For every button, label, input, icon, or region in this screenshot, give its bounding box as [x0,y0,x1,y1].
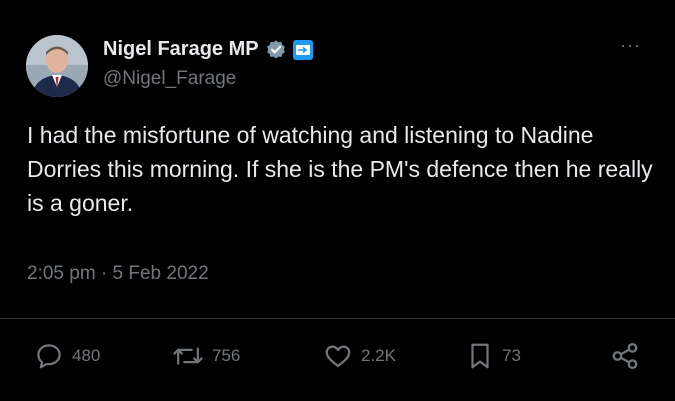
more-options-icon[interactable]: ··· [620,36,641,54]
bookmark-count: 73 [502,346,521,365]
reply-icon [37,344,61,369]
timestamp[interactable]: 2:05 pm · 5 Feb 2022 [27,263,209,285]
action-bar: 480 756 2.2K 73 [0,336,675,376]
affiliation-badge-icon[interactable] [292,39,313,60]
author-row: Nigel Farage MP [103,38,313,61]
like-button[interactable]: 2.2K [323,336,396,376]
bookmark-icon [471,343,489,369]
divider [0,318,675,319]
handle[interactable]: @Nigel_Farage [103,68,236,90]
avatar-image [26,35,88,97]
reply-count: 480 [72,346,101,365]
reply-button[interactable]: 480 [34,336,100,376]
verified-badge-icon [265,39,287,61]
avatar[interactable] [26,35,88,97]
heart-icon [325,345,351,368]
retweet-count: 756 [212,346,241,365]
retweet-icon [173,347,203,365]
retweet-button[interactable]: 756 [172,336,240,376]
like-count: 2.2K [361,346,396,365]
share-icon [612,343,638,369]
tweet-text: I had the misfortune of watching and lis… [27,122,653,216]
display-name[interactable]: Nigel Farage MP [103,38,259,61]
bookmark-button[interactable]: 73 [466,336,521,376]
share-button[interactable] [610,336,640,376]
